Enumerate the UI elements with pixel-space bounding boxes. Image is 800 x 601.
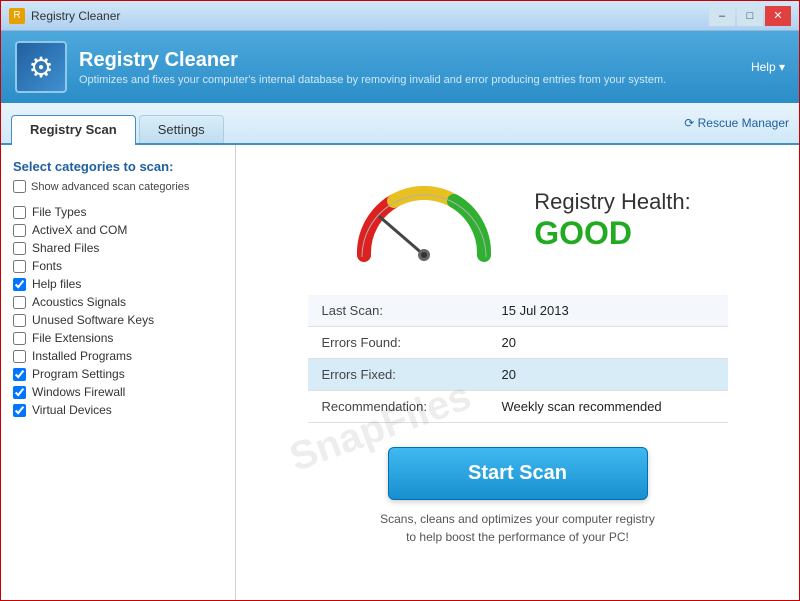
stat-value-errors-found: 20: [488, 327, 728, 359]
checkbox-installed-programs[interactable]: [13, 350, 26, 363]
checkbox-activex[interactable]: [13, 224, 26, 237]
tabs-bar: Registry Scan Settings ⟳ Rescue Manager: [1, 103, 799, 145]
checkbox-help-files[interactable]: [13, 278, 26, 291]
rescue-manager-button[interactable]: ⟳ Rescue Manager: [684, 116, 789, 130]
main-panel: SnapFiles: [236, 145, 799, 600]
window-title: Registry Cleaner: [31, 9, 120, 23]
checkbox-shared-files[interactable]: [13, 242, 26, 255]
stat-label-errors-found: Errors Found:: [308, 327, 488, 359]
tab-settings[interactable]: Settings: [139, 115, 224, 143]
show-advanced-checkbox[interactable]: [13, 180, 26, 193]
stat-label-recommendation: Recommendation:: [308, 391, 488, 423]
maximize-button[interactable]: □: [737, 6, 763, 26]
sidebar-item-shared-files[interactable]: Shared Files: [13, 241, 223, 255]
scan-desc-line1: Scans, cleans and optimizes your compute…: [380, 512, 655, 526]
gauge-container: [344, 165, 504, 275]
health-label: Registry Health:: [534, 189, 691, 215]
sidebar-item-program-settings[interactable]: Program Settings: [13, 367, 223, 381]
sidebar-item-help-files[interactable]: Help files: [13, 277, 223, 291]
scan-desc-line2: to help boost the performance of your PC…: [406, 530, 629, 544]
show-advanced-label[interactable]: Show advanced scan categories: [13, 180, 223, 193]
stat-row-errors-fixed: Errors Fixed: 20: [308, 359, 728, 391]
checkbox-program-settings[interactable]: [13, 368, 26, 381]
app-logo: [15, 41, 67, 93]
header-text: Registry Cleaner Optimizes and fixes you…: [79, 49, 666, 86]
tab-registry-scan[interactable]: Registry Scan: [11, 115, 136, 145]
sidebar-item-windows-firewall[interactable]: Windows Firewall: [13, 385, 223, 399]
start-scan-button[interactable]: Start Scan: [388, 447, 648, 500]
stat-row-last-scan: Last Scan: 15 Jul 2013: [308, 295, 728, 327]
app-header: Registry Cleaner Optimizes and fixes you…: [1, 31, 799, 103]
window-controls: – □ ✕: [709, 6, 791, 26]
checkbox-acoustics[interactable]: [13, 296, 26, 309]
checkbox-virtual-devices[interactable]: [13, 404, 26, 417]
sidebar-item-installed-programs[interactable]: Installed Programs: [13, 349, 223, 363]
stat-value-recommendation: Weekly scan recommended: [488, 391, 728, 423]
sidebar-item-fonts[interactable]: Fonts: [13, 259, 223, 273]
sidebar: Select categories to scan: Show advanced…: [1, 145, 236, 600]
sidebar-item-unused-keys[interactable]: Unused Software Keys: [13, 313, 223, 327]
app-description: Optimizes and fixes your computer's inte…: [79, 74, 666, 86]
stat-row-errors-found: Errors Found: 20: [308, 327, 728, 359]
stat-row-recommendation: Recommendation: Weekly scan recommended: [308, 391, 728, 423]
title-bar-left: R Registry Cleaner: [9, 8, 120, 24]
app-window: R Registry Cleaner – □ ✕ Registry Cleane…: [0, 0, 800, 601]
stat-label-errors-fixed: Errors Fixed:: [308, 359, 488, 391]
sidebar-item-virtual-devices[interactable]: Virtual Devices: [13, 403, 223, 417]
checkbox-file-types[interactable]: [13, 206, 26, 219]
sidebar-item-file-types[interactable]: File Types: [13, 205, 223, 219]
checkbox-unused-keys[interactable]: [13, 314, 26, 327]
sidebar-item-activex[interactable]: ActiveX and COM: [13, 223, 223, 237]
app-name: Registry Cleaner: [79, 49, 666, 72]
checkbox-file-ext[interactable]: [13, 332, 26, 345]
checkbox-windows-firewall[interactable]: [13, 386, 26, 399]
stats-table: Last Scan: 15 Jul 2013 Errors Found: 20 …: [308, 295, 728, 423]
stat-value-errors-fixed: 20: [488, 359, 728, 391]
stat-value-last-scan: 15 Jul 2013: [488, 295, 728, 327]
title-bar: R Registry Cleaner – □ ✕: [1, 1, 799, 31]
content-area: Select categories to scan: Show advanced…: [1, 145, 799, 600]
help-button[interactable]: Help ▾: [751, 60, 785, 74]
health-value: GOOD: [534, 215, 691, 252]
health-text: Registry Health: GOOD: [534, 189, 691, 252]
sidebar-heading: Select categories to scan:: [13, 159, 223, 174]
sidebar-item-acoustics[interactable]: Acoustics Signals: [13, 295, 223, 309]
scan-description: Scans, cleans and optimizes your compute…: [380, 510, 655, 546]
close-button[interactable]: ✕: [765, 6, 791, 26]
gauge-health-row: Registry Health: GOOD: [344, 165, 691, 275]
app-icon: R: [9, 8, 25, 24]
gauge-svg: [344, 165, 504, 275]
minimize-button[interactable]: –: [709, 6, 735, 26]
sidebar-item-file-ext[interactable]: File Extensions: [13, 331, 223, 345]
header-left: Registry Cleaner Optimizes and fixes you…: [15, 41, 666, 93]
checkbox-fonts[interactable]: [13, 260, 26, 273]
stat-label-last-scan: Last Scan:: [308, 295, 488, 327]
